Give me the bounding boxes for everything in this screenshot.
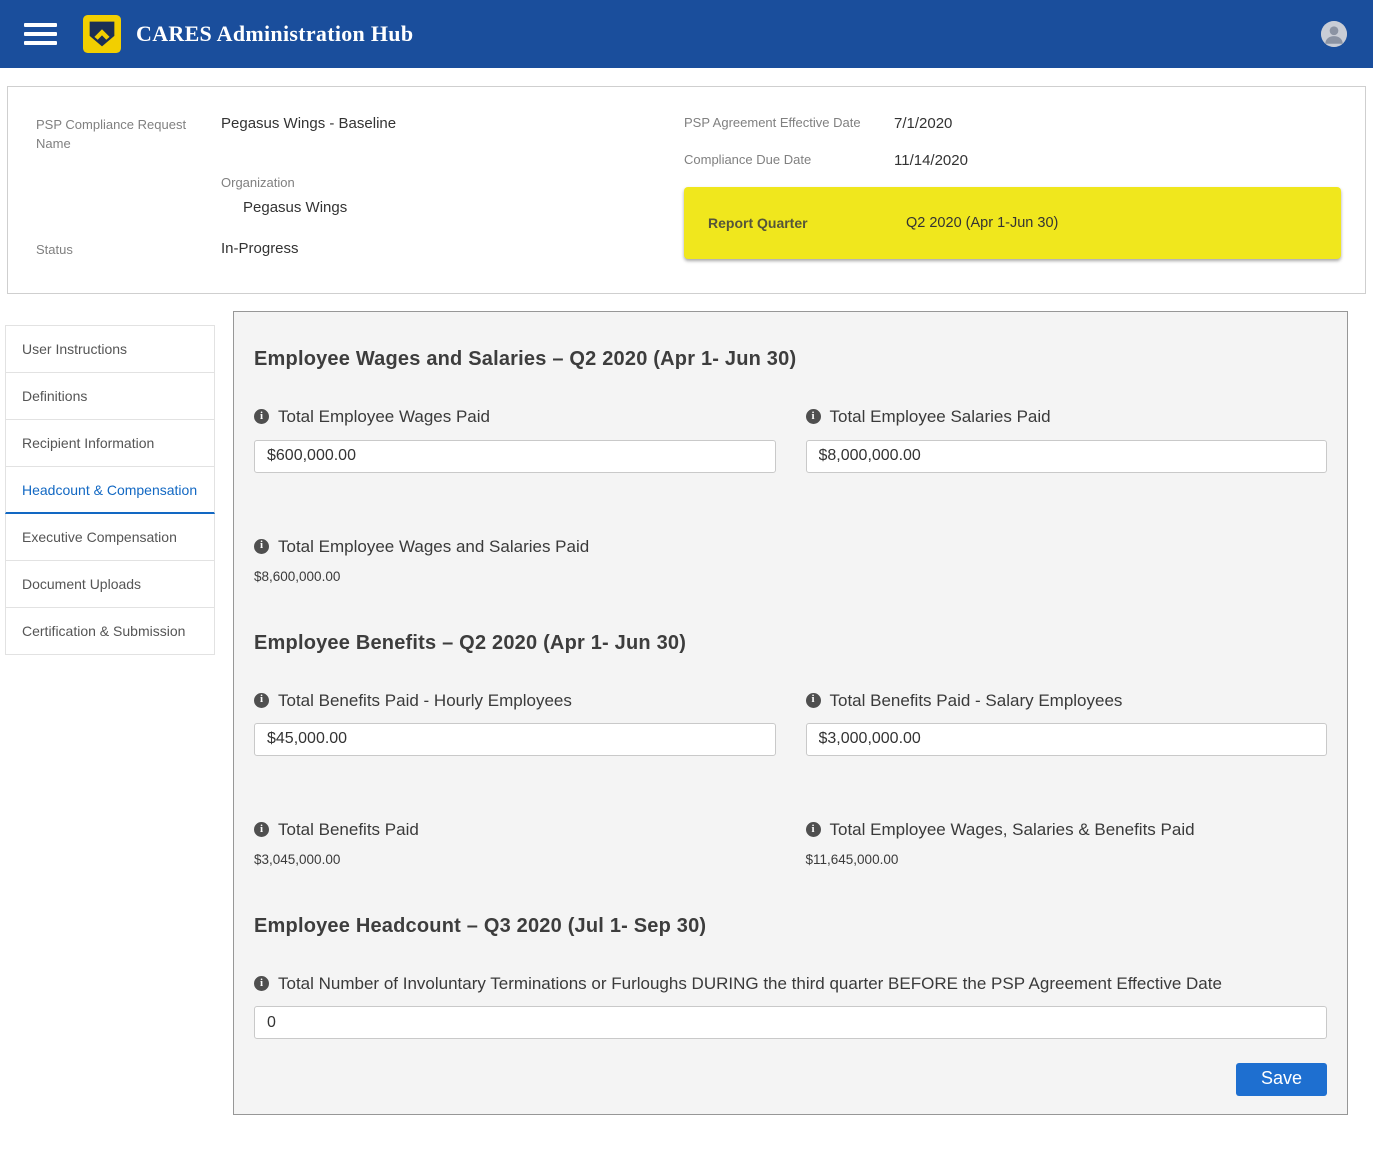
effective-date-value: 7/1/2020 [894,113,952,134]
sidebar-item-document-uploads[interactable]: Document Uploads [5,561,215,608]
sidebar-item-user-instructions[interactable]: User Instructions [5,325,215,373]
field-label-total-wages: Total Employee Wages Paid [278,403,490,430]
readonly-value-total-wages-salaries: $8,600,000.00 [254,569,776,584]
menu-button[interactable] [24,21,57,47]
field-total-salaries: Total Employee Salaries Paid [806,403,1328,472]
sidebar-item-recipient-information[interactable]: Recipient Information [5,420,215,467]
effective-date-label: PSP Agreement Effective Date [684,113,894,134]
sidebar: User Instructions Definitions Recipient … [5,325,215,655]
field-label-benefits-salary: Total Benefits Paid - Salary Employees [830,687,1123,714]
report-quarter-value: Q2 2020 (Apr 1-Jun 30) [906,215,1058,231]
summary-left: PSP Compliance Request Name Pegasus Wing… [36,113,684,279]
request-name-value: Pegasus Wings - Baseline [221,113,396,154]
field-label-benefits-hourly: Total Benefits Paid - Hourly Employees [278,687,572,714]
readonly-total-benefits: Total Benefits Paid $3,045,000.00 [254,816,776,867]
info-icon[interactable] [254,539,269,554]
total-wages-input[interactable] [254,440,776,473]
field-label-involuntary-terminations: Total Number of Involuntary Terminations… [278,970,1222,997]
field-benefits-salary: Total Benefits Paid - Salary Employees [806,687,1328,756]
sidebar-item-certification-submission[interactable]: Certification & Submission [5,608,215,655]
content-area: User Instructions Definitions Recipient … [0,294,1373,1157]
report-quarter-label: Report Quarter [708,215,906,231]
readonly-total-wages-salaries-benefits: Total Employee Wages, Salaries & Benefit… [806,816,1328,867]
info-icon[interactable] [254,409,269,424]
section-headcount: Employee Headcount – Q3 2020 (Jul 1- Sep… [254,915,1327,1096]
request-name-row: PSP Compliance Request Name Pegasus Wing… [36,113,684,154]
involuntary-terminations-input[interactable] [254,1006,1327,1039]
readonly-label-total-benefits: Total Benefits Paid [278,816,419,843]
due-date-label: Compliance Due Date [684,150,894,171]
readonly-label-total-wages-salaries: Total Employee Wages and Salaries Paid [278,533,589,560]
section-title-headcount: Employee Headcount – Q3 2020 (Jul 1- Sep… [254,915,1327,938]
info-icon[interactable] [254,822,269,837]
organization-block: Organization Pegasus Wings [221,174,684,218]
field-involuntary-terminations: Total Number of Involuntary Terminations… [254,970,1327,1039]
due-date-row: Compliance Due Date 11/14/2020 [684,150,1341,171]
request-name-label: PSP Compliance Request Name [36,113,221,154]
field-label-total-salaries: Total Employee Salaries Paid [830,403,1051,430]
section-title-wages-salaries: Employee Wages and Salaries – Q2 2020 (A… [254,348,1327,371]
field-benefits-hourly: Total Benefits Paid - Hourly Employees [254,687,776,756]
section-wages-salaries: Employee Wages and Salaries – Q2 2020 (A… [254,348,1327,583]
total-salaries-input[interactable] [806,440,1328,473]
benefits-salary-input[interactable] [806,723,1328,756]
field-total-wages: Total Employee Wages Paid [254,403,776,472]
user-avatar-icon[interactable] [1321,21,1347,47]
benefits-hourly-input[interactable] [254,723,776,756]
organization-label: Organization [221,174,684,193]
topbar: CARES Administration Hub [0,0,1373,68]
section-title-benefits: Employee Benefits – Q2 2020 (Apr 1- Jun … [254,632,1327,655]
form-panel: Employee Wages and Salaries – Q2 2020 (A… [233,311,1348,1115]
status-label: Status [36,238,221,260]
status-value: In-Progress [221,238,299,260]
status-row: Status In-Progress [36,238,684,260]
readonly-label-total-wages-salaries-benefits: Total Employee Wages, Salaries & Benefit… [830,816,1195,843]
organization-value: Pegasus Wings [221,197,684,218]
sidebar-item-executive-compensation[interactable]: Executive Compensation [5,514,215,561]
info-icon[interactable] [806,693,821,708]
info-icon[interactable] [806,409,821,424]
summary-panel: PSP Compliance Request Name Pegasus Wing… [7,86,1366,294]
sidebar-item-headcount-compensation[interactable]: Headcount & Compensation [5,467,215,514]
info-icon[interactable] [254,976,269,991]
readonly-value-total-wages-salaries-benefits: $11,645,000.00 [806,852,1328,867]
summary-right: PSP Agreement Effective Date 7/1/2020 Co… [684,113,1341,279]
info-icon[interactable] [806,822,821,837]
section-benefits: Employee Benefits – Q2 2020 (Apr 1- Jun … [254,632,1327,867]
readonly-total-wages-salaries: Total Employee Wages and Salaries Paid $… [254,533,776,584]
save-button[interactable]: Save [1236,1063,1327,1096]
sidebar-item-definitions[interactable]: Definitions [5,373,215,420]
report-quarter-banner: Report Quarter Q2 2020 (Apr 1-Jun 30) [684,187,1341,259]
info-icon[interactable] [254,693,269,708]
readonly-value-total-benefits: $3,045,000.00 [254,852,776,867]
app-logo-icon [83,15,121,53]
due-date-value: 11/14/2020 [894,150,968,171]
effective-date-row: PSP Agreement Effective Date 7/1/2020 [684,113,1341,134]
app-title: CARES Administration Hub [136,21,413,47]
